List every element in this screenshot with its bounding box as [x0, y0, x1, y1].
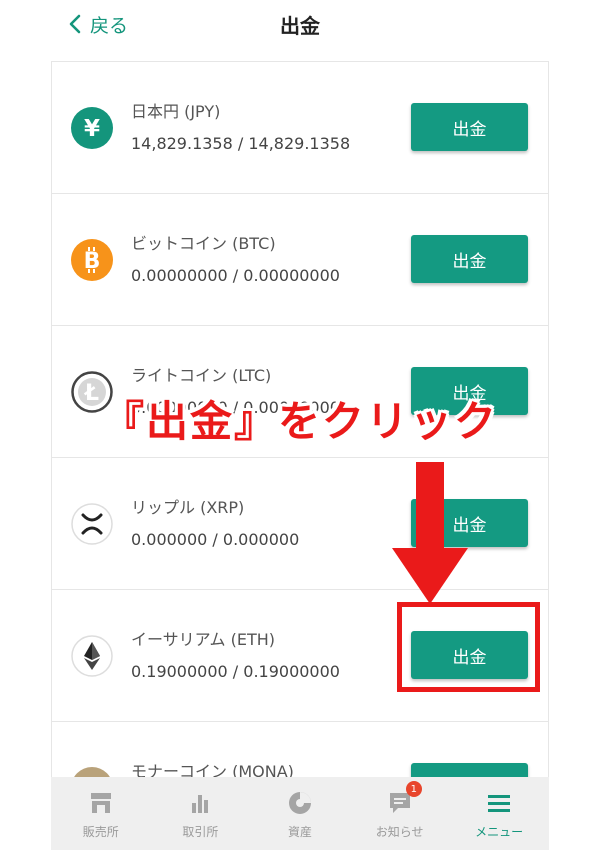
pie-chart-icon [288, 792, 311, 814]
coin-row-mona: モナーコイン (MONA) 出金 [52, 722, 548, 777]
tab-assets[interactable]: 資産 [250, 777, 350, 850]
coin-row-xrp: リップル (XRP) 0.000000 / 0.000000 出金 [52, 458, 548, 590]
tab-label: お知らせ [375, 825, 424, 839]
bitcoin-icon: B [71, 239, 113, 281]
svg-text:B: B [84, 249, 101, 274]
ethereum-icon [71, 635, 113, 677]
tab-news[interactable]: 1 お知らせ [350, 777, 450, 850]
notification-badge: 1 [405, 781, 422, 797]
annotation-text: 『出金』をクリック [101, 397, 498, 446]
tab-label: メニュー [475, 825, 524, 839]
coin-name: イーサリアム (ETH) [131, 630, 276, 649]
coin-balance: 0.000000 / 0.000000 [131, 530, 300, 549]
coin-balance: 0.00000000 / 0.00000000 [131, 266, 340, 285]
tab-shop[interactable]: 販売所 [51, 777, 151, 850]
tab-label: 販売所 [82, 825, 119, 839]
tab-label: 資産 [287, 825, 312, 839]
page-title: 出金 [280, 14, 320, 38]
withdraw-button-btc[interactable]: 出金 [411, 235, 528, 283]
withdraw-button-mona[interactable]: 出金 [411, 763, 528, 777]
tab-exchange[interactable]: 取引所 [151, 777, 251, 850]
arrow-down-icon [392, 462, 468, 604]
ripple-icon [71, 503, 113, 545]
header: 戻る 出金 [0, 0, 600, 50]
coin-name: ライトコイン (LTC) [131, 366, 272, 385]
yen-icon: ¥ [71, 107, 113, 149]
coin-row-jpy: ¥ 日本円 (JPY) 14,829.1358 / 14,829.1358 出金 [52, 62, 548, 194]
tab-label: 取引所 [182, 825, 219, 839]
coin-row-eth: イーサリアム (ETH) 0.19000000 / 0.19000000 出金 [52, 590, 548, 722]
coin-name: 日本円 (JPY) [131, 102, 221, 121]
tab-menu[interactable]: メニュー [449, 777, 549, 850]
monacoin-icon [71, 767, 113, 777]
bar-chart-icon [192, 795, 209, 813]
withdraw-button-jpy[interactable]: 出金 [411, 103, 528, 151]
coin-name: ビットコイン (BTC) [131, 234, 276, 253]
coin-balance: 14,829.1358 / 14,829.1358 [131, 134, 351, 153]
coin-name: モナーコイン (MONA) [131, 762, 294, 777]
coin-balance: 0.19000000 / 0.19000000 [131, 662, 340, 681]
shop-icon [90, 793, 111, 813]
svg-text:¥: ¥ [84, 116, 100, 142]
bottom-tab-bar: 販売所 取引所 資産 1 お知らせ メニュー [51, 777, 549, 850]
coin-name: リップル (XRP) [131, 498, 245, 517]
menu-icon [488, 795, 511, 812]
withdraw-button-eth[interactable]: 出金 [411, 631, 528, 679]
coin-row-btc: B ビットコイン (BTC) 0.00000000 / 0.00000000 出… [52, 194, 548, 326]
